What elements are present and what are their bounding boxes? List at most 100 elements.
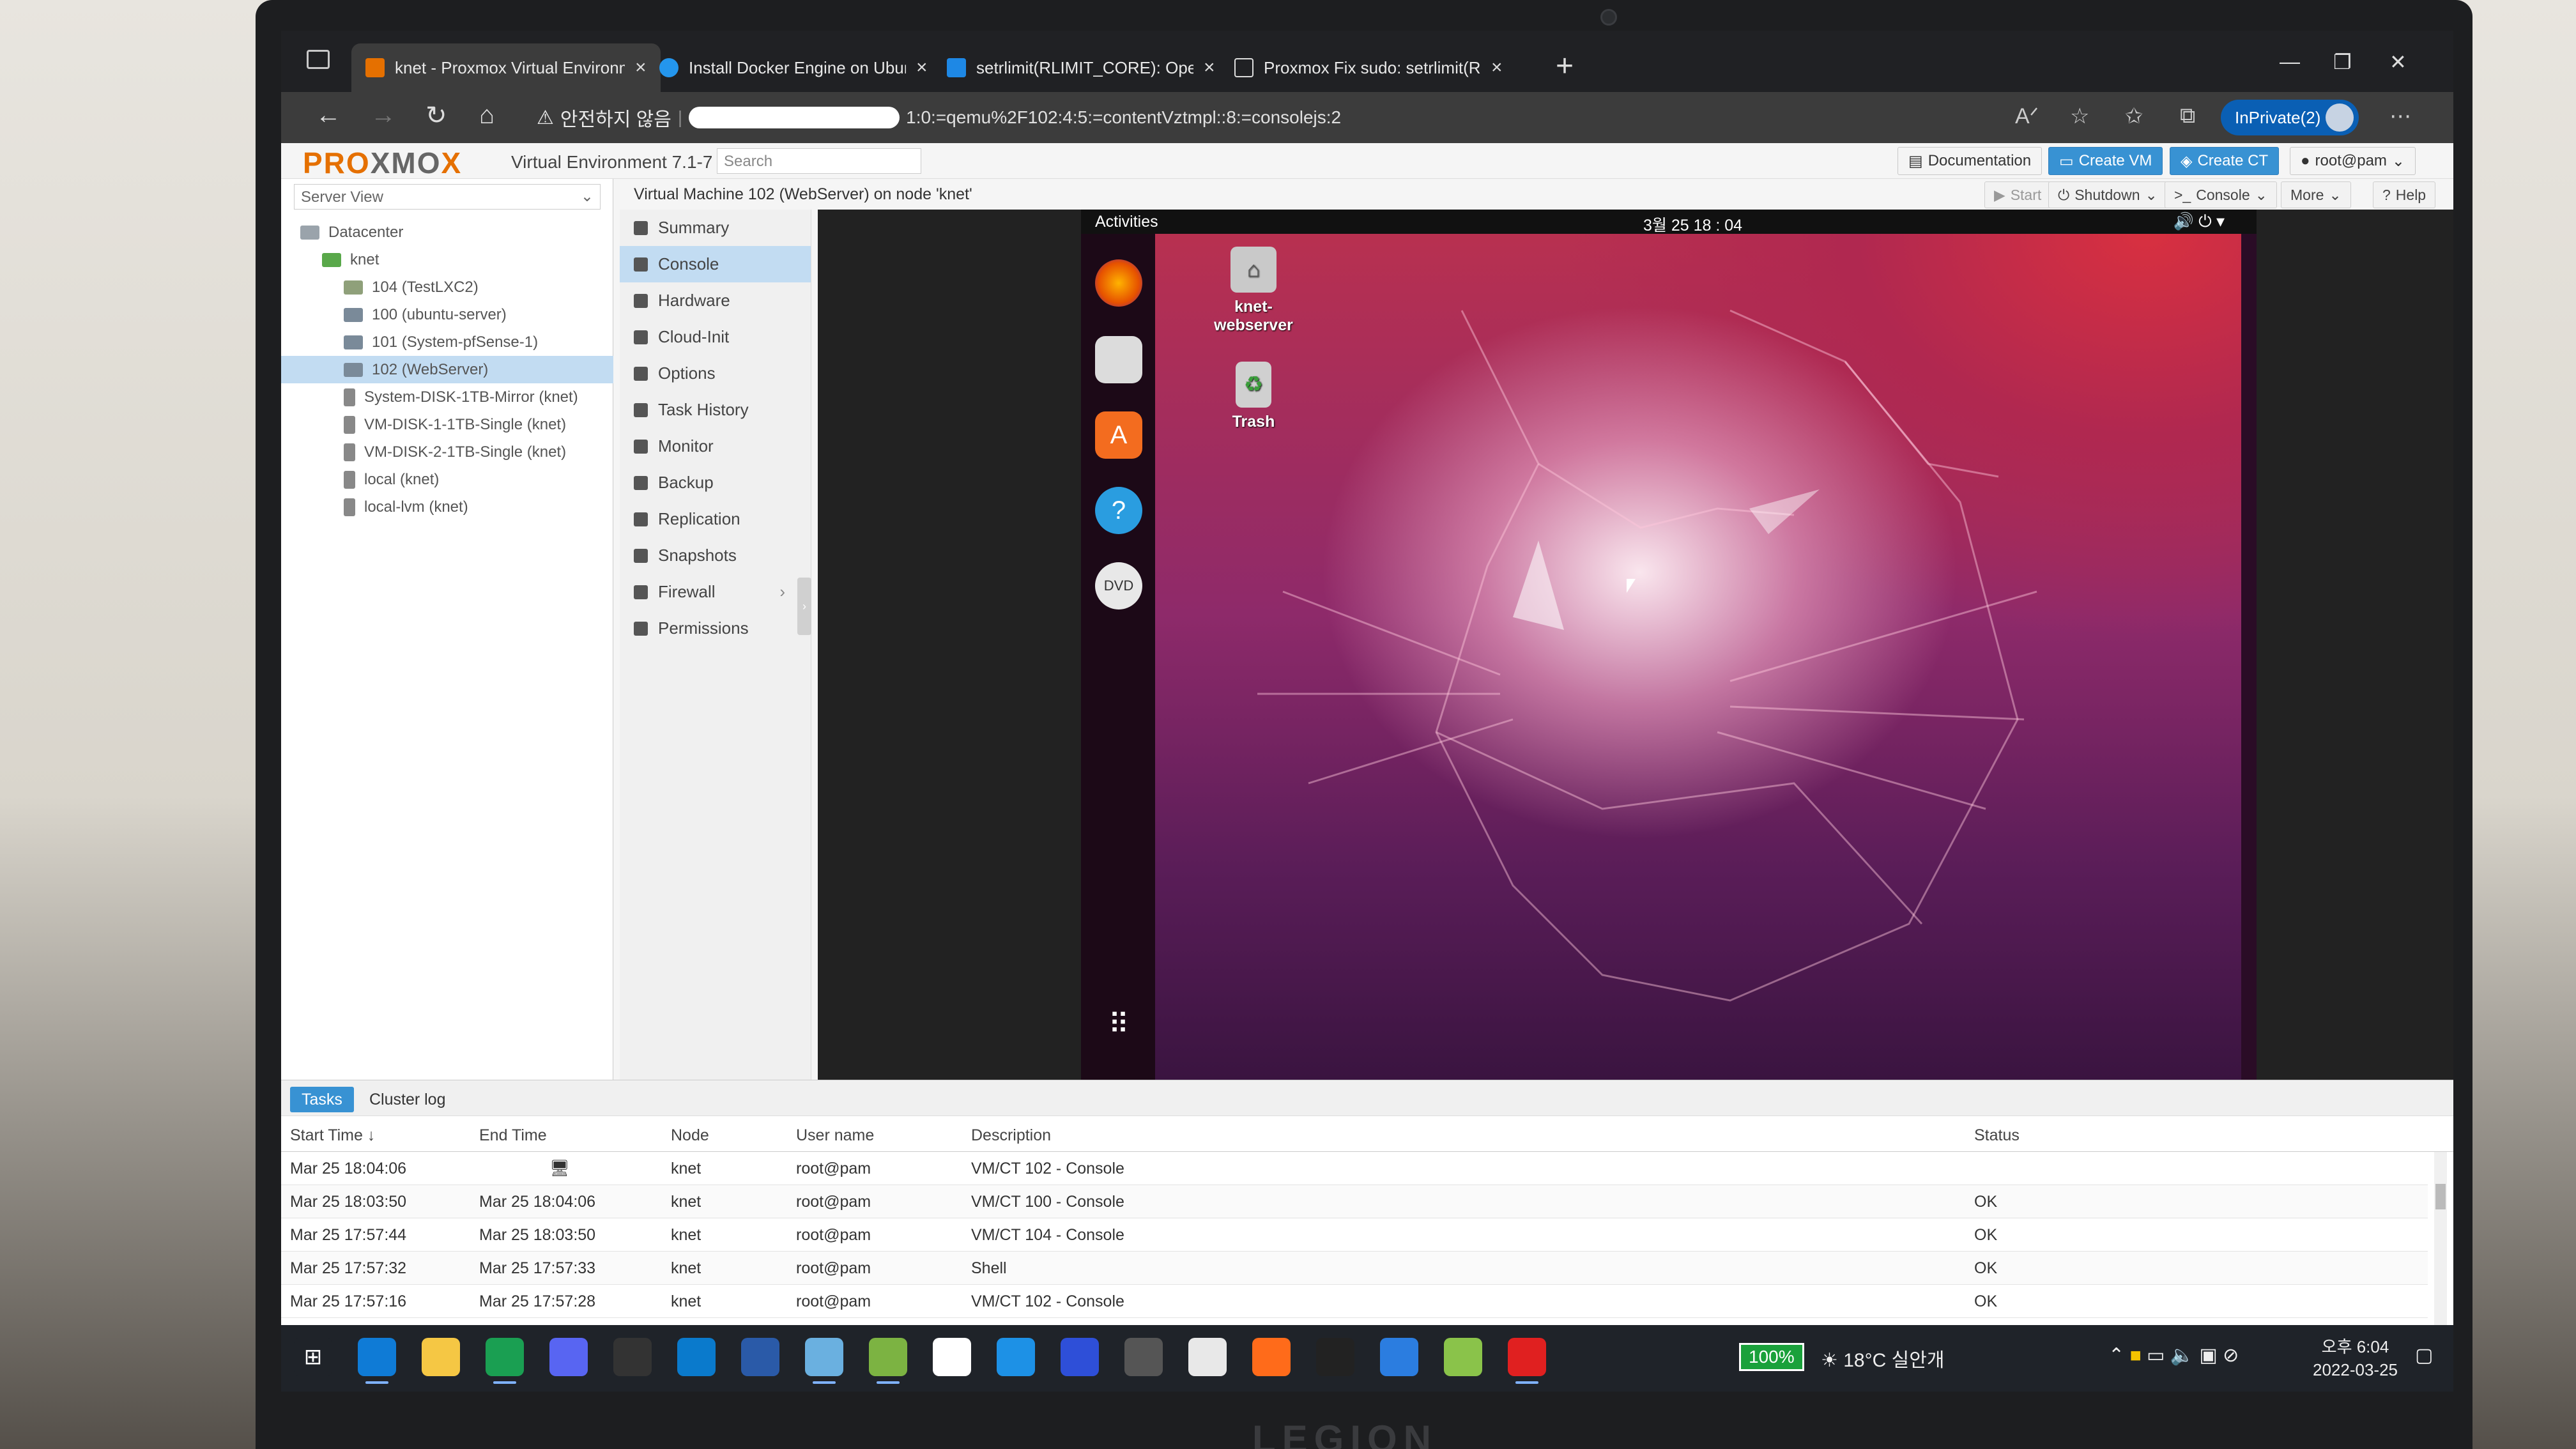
github-icon[interactable] (613, 1338, 652, 1376)
tab-cluster-log[interactable]: Cluster log (358, 1087, 457, 1112)
user-menu-button[interactable]: ● root@pam ⌄ (2290, 147, 2416, 175)
tree-item[interactable]: 102 (WebServer) (281, 356, 613, 383)
camera-icon[interactable] (1188, 1338, 1227, 1376)
column-end-time[interactable]: End Time (479, 1126, 547, 1145)
column-node[interactable]: Node (671, 1126, 709, 1145)
table-row[interactable]: Mar 25 18:04:06 knet root@pam VM/CT 102 - C… (281, 1152, 2428, 1185)
inprivate-button[interactable]: InPrivate(2) (2221, 100, 2359, 135)
console-button[interactable]: >_ Console ⌄ (2165, 181, 2277, 208)
desktop-icon-home[interactable]: ⌂ knet-webserver (1196, 247, 1311, 335)
tab-tasks[interactable]: Tasks (290, 1087, 354, 1112)
menu-item-task-history[interactable]: Task History (620, 392, 811, 428)
close-tab-icon[interactable]: × (916, 57, 928, 79)
dvd-icon[interactable]: DVD (1095, 562, 1142, 610)
gnome-clock[interactable]: 3월 25 18 : 04 (1643, 213, 1742, 236)
obs-icon[interactable] (1124, 1338, 1163, 1376)
close-tab-icon[interactable]: × (1204, 57, 1215, 79)
desktop-wallpaper[interactable]: ⌂ knet-webserver ♻ Trash (1155, 234, 2257, 1080)
snipping-icon[interactable] (805, 1338, 843, 1384)
column-user-name[interactable]: User name (796, 1126, 874, 1145)
terminal-icon[interactable] (1316, 1338, 1354, 1376)
menu-item-console[interactable]: Console (620, 246, 811, 282)
browser-tab-setrlimit[interactable]: setrlimit(RLIMIT_CORE): Operatio × (933, 43, 1229, 92)
dex-icon[interactable] (1252, 1338, 1291, 1376)
intellij-icon[interactable] (1061, 1338, 1099, 1376)
tree-item[interactable]: 100 (ubuntu-server) (281, 301, 613, 328)
read-aloud-icon[interactable]: Aᐟ (2015, 103, 2039, 129)
youtube-icon[interactable] (1508, 1338, 1546, 1384)
tree-item[interactable]: local (knet) (281, 466, 613, 493)
menu-item-monitor[interactable]: Monitor (620, 428, 811, 464)
activities-button[interactable]: Activities (1095, 213, 1158, 231)
table-row[interactable]: Mar 25 17:57:32 Mar 25 17:57:33 knet root@p… (281, 1252, 2428, 1285)
network-icon[interactable] (1380, 1338, 1418, 1376)
shutdown-button[interactable]: ⏻ Shutdown ⌄ (2048, 181, 2167, 208)
column-description[interactable]: Description (971, 1126, 1051, 1145)
create-ct-button[interactable]: ◈ Create CT (2170, 147, 2280, 175)
close-window-icon[interactable]: ✕ (2389, 50, 2407, 74)
browser-tab-docker[interactable]: Install Docker Engine on Ubuntu × (645, 43, 942, 92)
search-input[interactable]: Search (717, 148, 921, 174)
edge-icon[interactable] (358, 1338, 396, 1384)
docker-icon[interactable] (997, 1338, 1035, 1376)
notification-center-icon[interactable]: ▢ (2415, 1344, 2433, 1367)
restore-icon[interactable]: ❐ (2333, 50, 2352, 74)
menu-item-firewall[interactable]: Firewall › (620, 574, 811, 610)
tree-item[interactable]: 104 (TestLXC2) (281, 273, 613, 301)
menu-item-summary[interactable]: Summary (620, 210, 811, 246)
help-button[interactable]: ? Help (2373, 181, 2436, 208)
firefox-icon[interactable] (1095, 259, 1142, 307)
url-field[interactable]: ⚠ 안전하지 않음 | 1:0:=qemu%2F102:4:5:=content… (537, 101, 2006, 134)
vscode-icon[interactable] (677, 1338, 716, 1376)
tree-item[interactable]: local-lvm (knet) (281, 493, 613, 521)
windows-start-icon[interactable]: ⊞ (294, 1338, 332, 1376)
table-row[interactable]: Mar 25 17:57:16 Mar 25 17:57:28 knet root@p… (281, 1285, 2428, 1318)
desktop-icon-trash[interactable]: ♻ Trash (1196, 362, 1311, 431)
create-vm-button[interactable]: ▭ Create VM (2048, 147, 2163, 175)
help-icon[interactable]: ? (1095, 487, 1142, 534)
menu-item-backup[interactable]: Backup (620, 464, 811, 501)
app-grid-icon[interactable]: ⠿ (1095, 1000, 1142, 1048)
battery-indicator[interactable]: 100% (1739, 1343, 1804, 1371)
powershell-icon[interactable] (741, 1338, 779, 1376)
menu-item-snapshots[interactable]: Snapshots (620, 537, 811, 574)
forward-icon[interactable]: → (371, 101, 396, 130)
home-icon[interactable]: ⌂ (479, 101, 494, 130)
software-center-icon[interactable]: A (1095, 411, 1142, 459)
menu-item-permissions[interactable]: Permissions (620, 610, 811, 647)
browser-tab-proxmox-fix[interactable]: Proxmox Fix sudo: setrlimit(RLIM × (1220, 43, 1517, 92)
favorites-icon[interactable]: ✩ (2125, 103, 2143, 129)
add-favorite-icon[interactable]: ☆ (2070, 103, 2089, 129)
collections-icon[interactable]: ⧉ (2180, 103, 2195, 128)
table-row[interactable]: Mar 25 18:03:50 Mar 25 18:04:06 knet root@p… (281, 1185, 2428, 1218)
new-tab-icon[interactable]: + (1556, 49, 1574, 84)
menu-item-cloud-init[interactable]: Cloud-Init (620, 319, 811, 355)
view-selector[interactable]: Server View ⌄ (294, 184, 601, 210)
documentation-button[interactable]: ▤ Documentation (1897, 147, 2043, 175)
column-start-time[interactable]: Start Time ↓ (290, 1126, 375, 1145)
browser-tab-proxmox[interactable]: knet - Proxmox Virtual Environm × (351, 43, 661, 92)
word-icon[interactable] (933, 1338, 971, 1376)
collapse-menu-handle[interactable]: › (797, 578, 811, 635)
tree-item[interactable]: 101 (System-pfSense-1) (281, 328, 613, 356)
close-tab-icon[interactable]: × (635, 57, 647, 79)
close-tab-icon[interactable]: × (1491, 57, 1503, 79)
tab-actions-icon[interactable] (307, 50, 330, 69)
file-explorer-icon[interactable] (422, 1338, 460, 1376)
tree-item[interactable]: Datacenter (281, 218, 613, 246)
tree-item[interactable]: VM-DISK-2-1TB-Single (knet) (281, 438, 613, 466)
weather-widget[interactable]: ☀ 18°C 실안개 (1821, 1344, 1944, 1372)
menu-item-replication[interactable]: Replication (620, 501, 811, 537)
menu-item-options[interactable]: Options (620, 355, 811, 392)
vm-console[interactable]: Activities 3월 25 18 : 04 🔊 ⏻ ▾ A ? DVD ⠿ (818, 210, 2453, 1080)
discord-icon[interactable] (549, 1338, 588, 1376)
column-status[interactable]: Status (1974, 1126, 2020, 1145)
git-icon[interactable] (1444, 1338, 1482, 1376)
reload-icon[interactable]: ↻ (425, 101, 447, 130)
table-row[interactable]: Mar 25 17:57:44 Mar 25 18:03:50 knet root@p… (281, 1218, 2428, 1252)
tree-item[interactable]: knet (281, 246, 613, 273)
tree-item[interactable]: System-DISK-1TB-Mirror (knet) (281, 383, 613, 411)
ubuntu-desktop[interactable]: Activities 3월 25 18 : 04 🔊 ⏻ ▾ A ? DVD ⠿ (1081, 210, 2257, 1080)
start-button[interactable]: ▶ Start (1984, 181, 2051, 208)
tree-item[interactable]: VM-DISK-1-1TB-Single (knet) (281, 411, 613, 438)
